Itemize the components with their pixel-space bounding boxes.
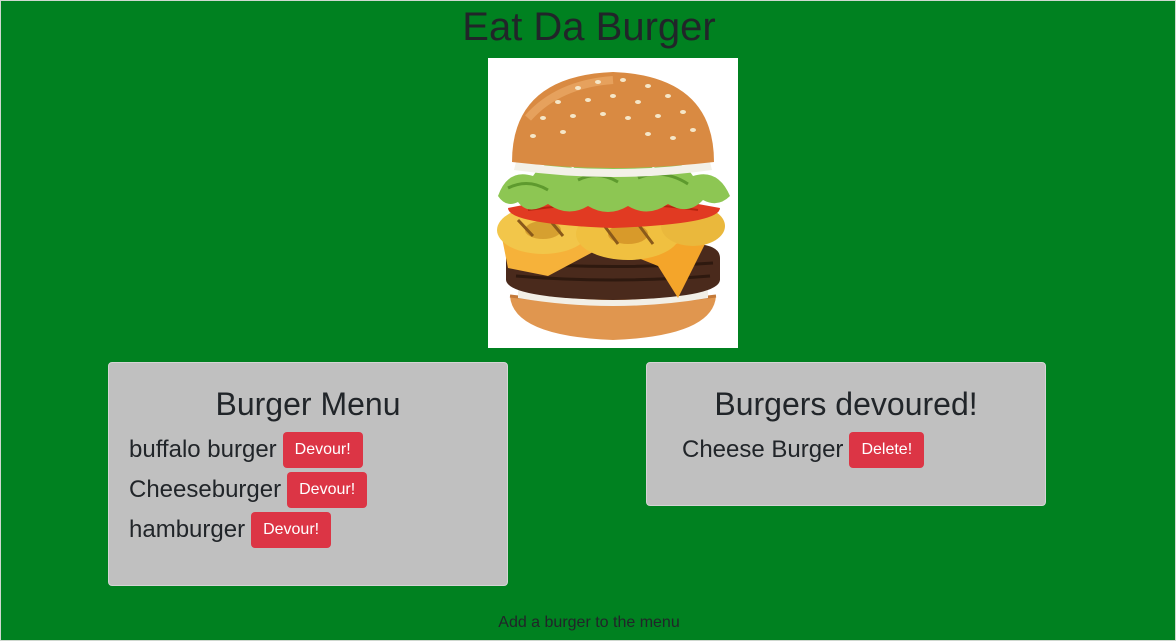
burgers-devoured-card: Burgers devoured! Cheese Burger Delete! — [646, 362, 1046, 506]
burger-menu-card: Burger Menu buffalo burger Devour! Chees… — [108, 362, 508, 586]
delete-button[interactable]: Delete! — [849, 432, 925, 468]
page-title: Eat Da Burger — [462, 5, 716, 49]
burger-name: buffalo burger — [129, 436, 277, 463]
burger-name: Cheese Burger — [682, 436, 844, 463]
devour-button[interactable]: Devour! — [251, 512, 332, 548]
add-burger-label: Add a burger to the menu — [498, 614, 680, 631]
devour-button[interactable]: Devour! — [287, 472, 368, 508]
devour-button[interactable]: Devour! — [282, 432, 363, 468]
list-item: hamburger Devour! — [129, 512, 332, 548]
list-item: Cheeseburger Devour! — [129, 472, 368, 508]
list-item: buffalo burger Devour! — [129, 432, 363, 468]
burger-icon — [497, 72, 730, 340]
burger-name: hamburger — [129, 516, 246, 543]
burger-image — [488, 58, 738, 348]
burger-name: Cheeseburger — [129, 476, 282, 503]
burgers-devoured-heading: Burgers devoured! — [714, 386, 978, 422]
list-item: Cheese Burger Delete! — [682, 432, 925, 468]
burger-menu-heading: Burger Menu — [215, 386, 401, 422]
